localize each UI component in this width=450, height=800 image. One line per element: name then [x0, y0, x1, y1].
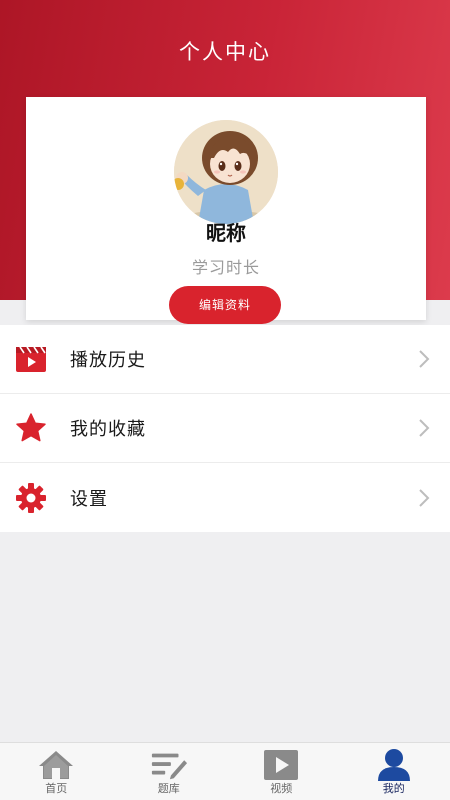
gear-icon: [15, 482, 47, 514]
bottom-tab-bar: 首页 题库 视频 我的: [0, 742, 450, 800]
menu-list: 播放历史 我的收藏 设置: [0, 325, 450, 532]
edit-profile-button[interactable]: 编辑资料: [169, 286, 281, 324]
chevron-right-icon: [419, 350, 430, 368]
page-title: 个人中心: [179, 40, 271, 64]
tab-label: 首页: [45, 782, 68, 795]
tab-question-bank[interactable]: 题库: [113, 743, 226, 800]
star-icon: [15, 412, 47, 444]
menu-item-play-history[interactable]: 播放历史: [0, 325, 450, 394]
user-icon: [375, 748, 413, 782]
avatar-illustration: [174, 120, 278, 224]
menu-item-label: 播放历史: [70, 350, 146, 371]
tab-label: 视频: [270, 782, 293, 795]
profile-card: 昵称 学习时长 编辑资料: [26, 97, 426, 324]
nickname: 昵称: [206, 221, 246, 245]
chevron-right-icon: [419, 419, 430, 437]
chevron-right-icon: [419, 488, 430, 507]
tab-home[interactable]: 首页: [0, 743, 113, 800]
play-history-icon: [15, 343, 47, 375]
tab-label: 题库: [157, 782, 180, 795]
menu-item-label: 我的收藏: [70, 419, 146, 440]
avatar[interactable]: [174, 120, 278, 224]
tab-mine[interactable]: 我的: [338, 743, 450, 800]
menu-item-settings[interactable]: 设置: [0, 463, 450, 532]
study-time: 学习时长: [191, 258, 260, 277]
tab-label: 我的: [382, 782, 405, 795]
menu-item-label: 设置: [70, 488, 108, 510]
menu-item-favorites[interactable]: 我的收藏: [0, 394, 450, 463]
home-icon: [37, 748, 75, 782]
question-bank-icon: [150, 748, 188, 782]
tab-video[interactable]: 视频: [225, 743, 338, 800]
video-icon: [262, 748, 300, 782]
